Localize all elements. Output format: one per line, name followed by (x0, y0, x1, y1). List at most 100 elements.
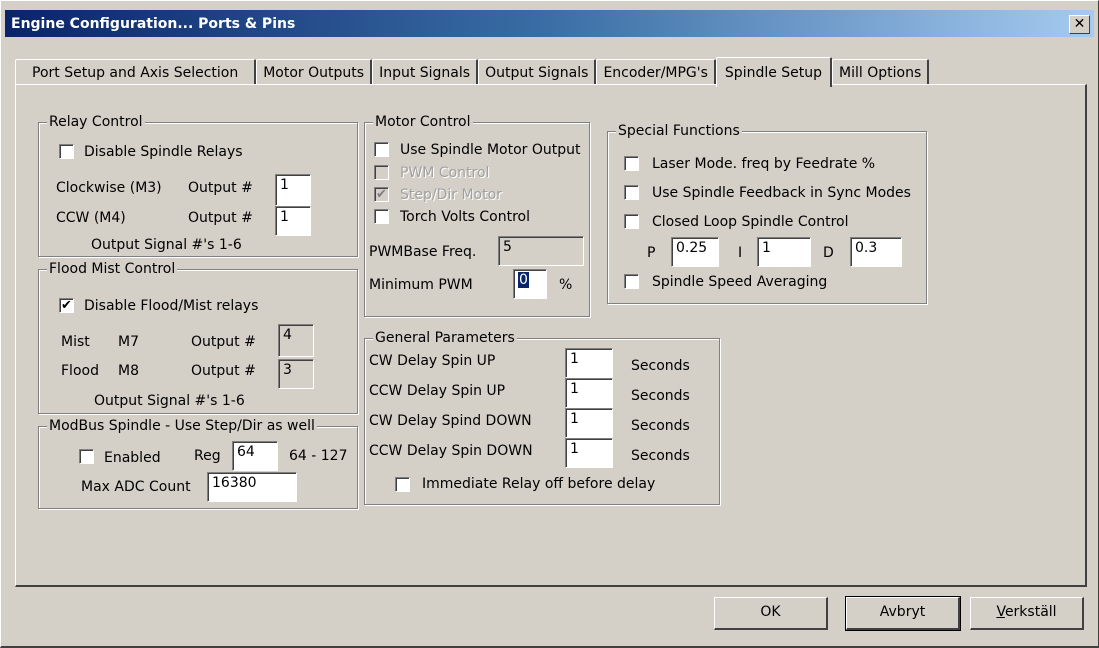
pwm-control-checkbox[interactable] (374, 165, 389, 180)
cw-delay-spin-down-unit: Seconds (631, 418, 690, 434)
spindle-setup-panel: Relay Control Disable Spindle Relays Clo… (15, 84, 1087, 587)
use-spindle-motor-output-label: Use Spindle Motor Output (400, 142, 581, 158)
minimum-pwm-unit: % (559, 277, 573, 293)
relay-control-group: Relay Control Disable Spindle Relays Clo… (38, 113, 358, 257)
ccw-delay-spin-up-unit: Seconds (631, 388, 690, 404)
mist-label: Mist (61, 334, 90, 350)
relay-output-note: Output Signal #'s 1-6 (91, 237, 242, 253)
ccw-delay-spin-down-label: CCW Delay Spin DOWN (369, 443, 533, 459)
step-dir-motor-label: Step/Dir Motor (400, 187, 502, 203)
cw-delay-spin-up-field[interactable]: 1 (565, 348, 613, 378)
check-icon: ✔ (376, 187, 387, 202)
cw-delay-spin-down-field[interactable]: 1 (565, 408, 613, 438)
reg-label: Reg (194, 448, 221, 464)
i-field[interactable]: 1 (757, 237, 811, 267)
flood-output-label: Output # (191, 363, 256, 379)
motor-control-title: Motor Control (373, 113, 473, 131)
close-button[interactable]: ✕ (1069, 15, 1090, 34)
mist-output-field[interactable]: 4 (278, 324, 314, 357)
cancel-button[interactable]: Avbryt (845, 596, 961, 631)
reg-range-label: 64 - 127 (289, 448, 348, 464)
tab-port-setup[interactable]: Port Setup and Axis Selection (15, 59, 257, 85)
speed-averaging-checkbox[interactable] (624, 274, 639, 289)
ccw-delay-spin-down-field[interactable]: 1 (565, 438, 613, 468)
spindle-feedback-checkbox[interactable] (624, 185, 639, 200)
closed-loop-checkbox[interactable] (624, 214, 639, 229)
window-title: Engine Configuration... Ports & Pins (11, 15, 296, 32)
title-bar[interactable]: Engine Configuration... Ports & Pins ✕ (5, 10, 1094, 37)
speed-averaging-label: Spindle Speed Averaging (652, 274, 828, 290)
immediate-relay-off-label: Immediate Relay off before delay (422, 476, 656, 492)
clockwise-output-label: Output # (188, 180, 253, 196)
pwm-base-freq-label: PWMBase Freq. (369, 244, 477, 260)
ccw-delay-spin-down-unit: Seconds (631, 448, 690, 464)
d-label: D (823, 245, 834, 261)
check-icon: ✔ (61, 298, 72, 313)
max-adc-field[interactable]: 16380 (207, 472, 297, 502)
mist-output-label: Output # (191, 334, 256, 350)
tab-spindle-setup[interactable]: Spindle Setup (715, 57, 833, 87)
cw-delay-spin-down-label: CW Delay Spind DOWN (369, 413, 532, 429)
mist-code: M7 (118, 334, 139, 350)
ccw-output-field[interactable]: 1 (275, 206, 311, 236)
minimum-pwm-label: Minimum PWM (369, 277, 473, 293)
disable-flood-mist-checkbox[interactable]: ✔ (59, 298, 74, 313)
modbus-enabled-label: Enabled (104, 450, 161, 466)
ok-button[interactable]: OK (714, 597, 828, 630)
laser-mode-label: Laser Mode. freq by Feedrate % (652, 156, 876, 172)
flood-code: M8 (118, 363, 139, 379)
disable-spindle-relays-checkbox[interactable] (59, 144, 74, 159)
motor-control-group: Motor Control Use Spindle Motor Output P… (364, 113, 590, 317)
torch-volts-control-label: Torch Volts Control (400, 209, 530, 225)
pwm-base-freq-field[interactable]: 5 (498, 236, 584, 266)
ccw-output-label: Output # (188, 210, 253, 226)
relay-control-title: Relay Control (47, 113, 145, 131)
flood-mist-control-group: Flood Mist Control ✔ Disable Flood/Mist … (38, 260, 358, 414)
special-functions-title: Special Functions (616, 122, 742, 140)
max-adc-label: Max ADC Count (81, 479, 191, 495)
tab-strip: Port Setup and Axis Selection Motor Outp… (15, 56, 930, 87)
tab-output-signals[interactable]: Output Signals (478, 59, 597, 85)
special-functions-group: Special Functions Laser Mode. freq by Fe… (607, 122, 927, 304)
apply-button[interactable]: Verkställ (970, 597, 1084, 630)
flood-mist-output-note: Output Signal #'s 1-6 (94, 393, 245, 409)
general-parameters-title: General Parameters (373, 329, 517, 347)
tab-mill-options[interactable]: Mill Options (832, 59, 930, 85)
tab-encoder-mpg[interactable]: Encoder/MPG's (596, 59, 716, 85)
cw-delay-spin-up-unit: Seconds (631, 358, 690, 374)
reg-field[interactable]: 64 (232, 441, 278, 471)
modbus-spindle-title: ModBus Spindle - Use Step/Dir as well (47, 417, 317, 435)
minimum-pwm-field[interactable]: 0 (513, 269, 547, 299)
tab-input-signals[interactable]: Input Signals (372, 59, 479, 85)
flood-output-field[interactable]: 3 (278, 359, 314, 389)
flood-mist-control-title: Flood Mist Control (47, 260, 178, 278)
immediate-relay-off-checkbox[interactable] (395, 477, 410, 492)
modbus-spindle-group: ModBus Spindle - Use Step/Dir as well En… (38, 417, 358, 509)
laser-mode-checkbox[interactable] (624, 156, 639, 171)
ccw-label: CCW (M4) (56, 210, 126, 226)
p-field[interactable]: 0.25 (671, 237, 719, 267)
flood-label: Flood (61, 363, 99, 379)
disable-flood-mist-label: Disable Flood/Mist relays (84, 298, 259, 314)
disable-spindle-relays-label: Disable Spindle Relays (84, 144, 243, 160)
close-icon: ✕ (1073, 16, 1086, 32)
ccw-delay-spin-up-label: CCW Delay Spin UP (369, 383, 506, 399)
d-field[interactable]: 0.3 (850, 237, 902, 267)
torch-volts-control-checkbox[interactable] (374, 209, 389, 224)
clockwise-label: Clockwise (M3) (56, 180, 162, 196)
modbus-enabled-checkbox[interactable] (79, 449, 94, 464)
apply-accelerator: V (996, 604, 1005, 620)
p-label: P (647, 245, 656, 261)
apply-label: erkställ (1004, 604, 1057, 620)
general-parameters-group: General Parameters CW Delay Spin UP 1 Se… (364, 329, 720, 505)
pwm-control-label: PWM Control (400, 165, 490, 181)
clockwise-output-field[interactable]: 1 (275, 174, 311, 206)
ccw-delay-spin-up-field[interactable]: 1 (565, 378, 613, 408)
minimum-pwm-value: 0 (518, 272, 529, 288)
tab-motor-outputs[interactable]: Motor Outputs (256, 59, 373, 85)
engine-config-dialog: Engine Configuration... Ports & Pins ✕ P… (0, 0, 1099, 648)
closed-loop-label: Closed Loop Spindle Control (652, 214, 849, 230)
step-dir-motor-checkbox[interactable]: ✔ (374, 187, 389, 202)
use-spindle-motor-output-checkbox[interactable] (374, 142, 389, 157)
spindle-feedback-label: Use Spindle Feedback in Sync Modes (652, 185, 911, 201)
